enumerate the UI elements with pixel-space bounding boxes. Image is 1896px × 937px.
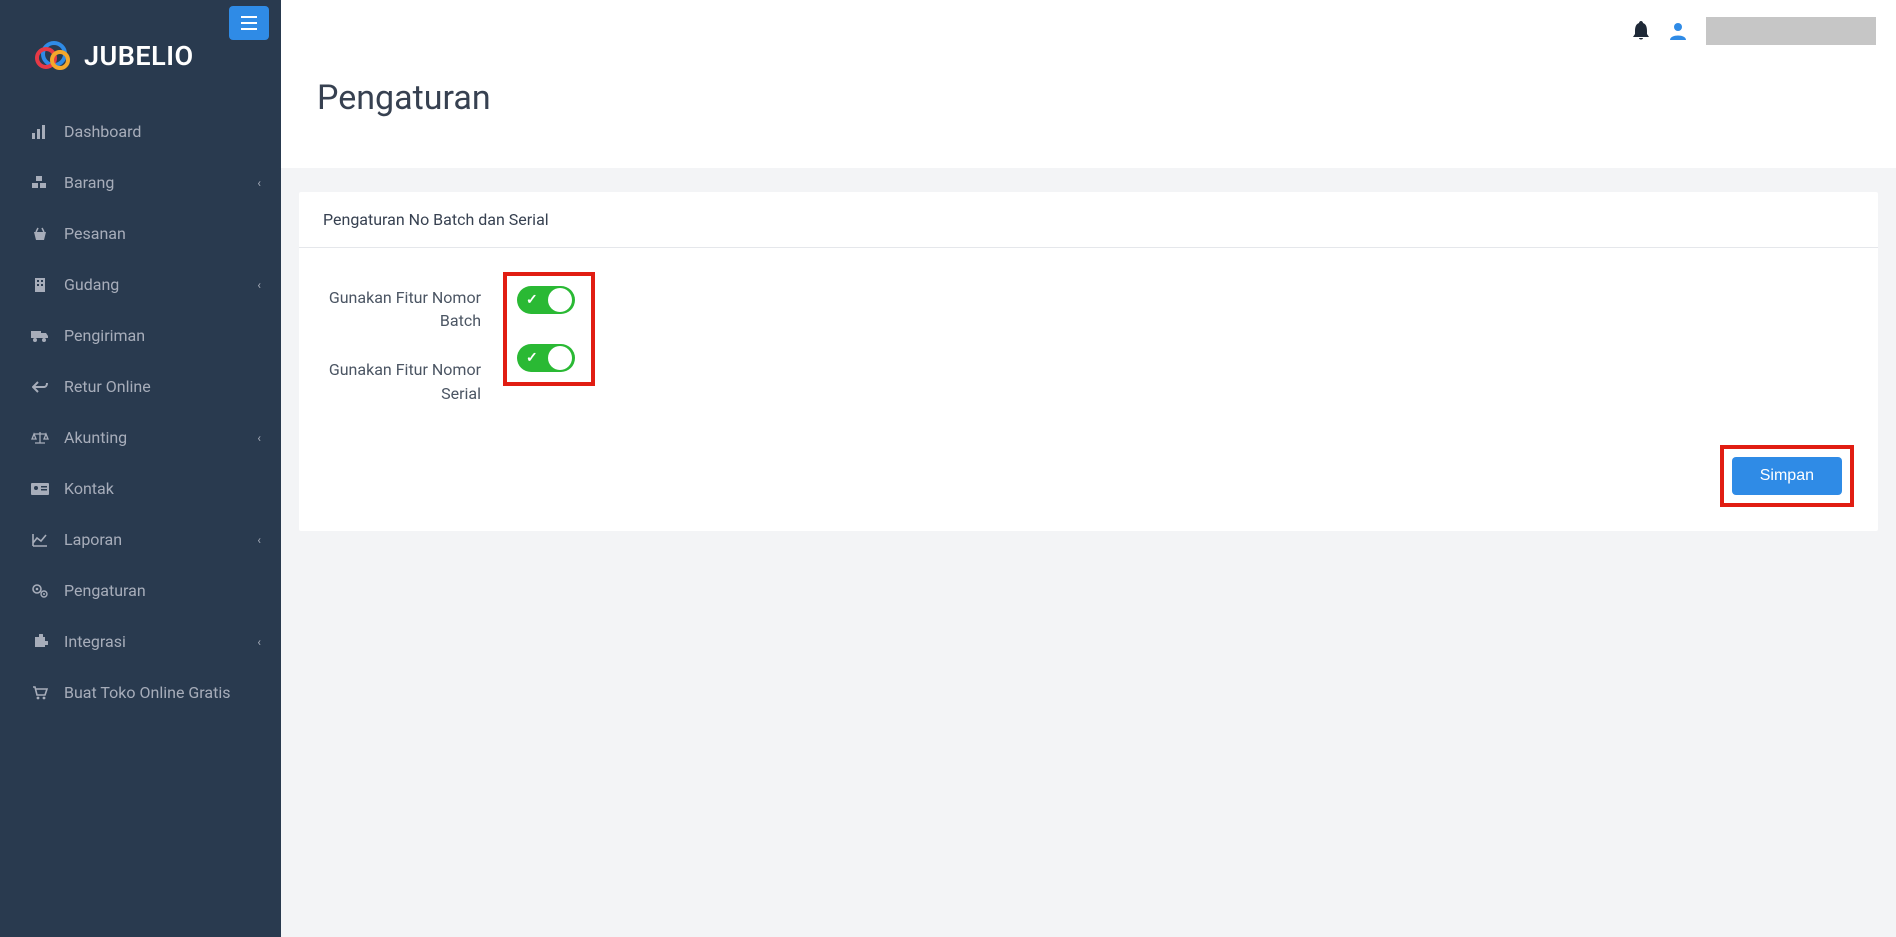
balance-scale-icon [30, 431, 50, 445]
toggle-batch[interactable]: ✓ [517, 286, 575, 314]
bell-icon [1632, 21, 1650, 41]
page-header: Pengaturan [281, 62, 1896, 168]
user-name-area[interactable] [1706, 17, 1876, 45]
sidebar-item-label: Pengaturan [64, 581, 146, 600]
notification-bell-button[interactable] [1632, 21, 1650, 41]
setting-label-batch: Gunakan Fitur Nomor Batch [323, 272, 503, 332]
save-highlight-box: Simpan [1720, 445, 1854, 507]
setting-label-serial: Gunakan Fitur Nomor Serial [323, 354, 503, 404]
truck-icon [30, 330, 50, 342]
return-icon [30, 380, 50, 394]
hamburger-icon [241, 16, 257, 30]
puzzle-icon [30, 634, 50, 650]
boxes-icon [30, 176, 50, 190]
settings-panel: Pengaturan No Batch dan Serial Gunakan F… [299, 192, 1878, 531]
sidebar-item-label: Barang [64, 173, 114, 192]
toggle-knob [548, 288, 572, 312]
sidebar-item-retur-online[interactable]: Retur Online [0, 361, 281, 412]
chevron-left-icon: ‹ [257, 533, 261, 547]
hamburger-toggle-button[interactable] [229, 6, 269, 40]
brand-logo-mark-icon [32, 38, 76, 74]
sidebar-item-integrasi[interactable]: Integrasi ‹ [0, 616, 281, 667]
sidebar-item-pengaturan[interactable]: Pengaturan [0, 565, 281, 616]
toggle-highlight-box: ✓ ✓ [503, 272, 595, 386]
sidebar-item-label: Pengiriman [64, 326, 145, 345]
chevron-left-icon: ‹ [257, 278, 261, 292]
sidebar-item-label: Laporan [64, 530, 122, 549]
sidebar-item-buat-toko[interactable]: Buat Toko Online Gratis [0, 667, 281, 718]
sidebar-item-label: Buat Toko Online Gratis [64, 683, 231, 702]
sidebar-item-barang[interactable]: Barang ‹ [0, 157, 281, 208]
toggle-serial[interactable]: ✓ [517, 344, 575, 372]
cart-icon [30, 686, 50, 700]
sidebar-item-label: Kontak [64, 479, 114, 498]
cogs-icon [30, 583, 50, 599]
sidebar-item-gudang[interactable]: Gudang ‹ [0, 259, 281, 310]
sidebar-item-label: Retur Online [64, 377, 151, 396]
panel-body: Gunakan Fitur Nomor Batch Gunakan Fitur … [299, 248, 1878, 433]
user-icon [1670, 22, 1686, 40]
sidebar-item-pengiriman[interactable]: Pengiriman [0, 310, 281, 361]
check-icon: ✓ [526, 292, 538, 308]
sidebar-item-dashboard[interactable]: Dashboard [0, 106, 281, 157]
user-menu-button[interactable] [1670, 22, 1686, 40]
sidebar-item-kontak[interactable]: Kontak [0, 463, 281, 514]
building-icon [30, 277, 50, 293]
sidebar-item-pesanan[interactable]: Pesanan [0, 208, 281, 259]
chevron-left-icon: ‹ [257, 431, 261, 445]
basket-icon [30, 227, 50, 241]
panel-footer: Simpan [299, 433, 1878, 531]
sidebar-item-akunting[interactable]: Akunting ‹ [0, 412, 281, 463]
chevron-left-icon: ‹ [257, 176, 261, 190]
brand-name: JUBELIO [84, 40, 194, 72]
topbar [281, 0, 1896, 62]
page-title: Pengaturan [317, 78, 1860, 118]
dashboard-icon [30, 125, 50, 139]
check-icon: ✓ [526, 350, 538, 366]
content-area: Pengaturan No Batch dan Serial Gunakan F… [281, 168, 1896, 531]
main-content: Pengaturan Pengaturan No Batch dan Seria… [281, 0, 1896, 937]
sidebar-item-label: Akunting [64, 428, 127, 447]
sidebar-item-label: Integrasi [64, 632, 126, 651]
panel-title: Pengaturan No Batch dan Serial [299, 192, 1878, 248]
toggle-knob [548, 346, 572, 370]
chart-line-icon [30, 533, 50, 547]
sidebar: JUBELIO Dashboard Barang ‹ Pesan [0, 0, 281, 937]
save-button[interactable]: Simpan [1732, 457, 1842, 495]
sidebar-item-label: Dashboard [64, 122, 141, 141]
chevron-left-icon: ‹ [257, 635, 261, 649]
sidebar-nav: Dashboard Barang ‹ Pesanan Gudang [0, 100, 281, 937]
contact-card-icon [30, 483, 50, 495]
sidebar-item-label: Gudang [64, 275, 119, 294]
sidebar-item-laporan[interactable]: Laporan ‹ [0, 514, 281, 565]
sidebar-item-label: Pesanan [64, 224, 126, 243]
